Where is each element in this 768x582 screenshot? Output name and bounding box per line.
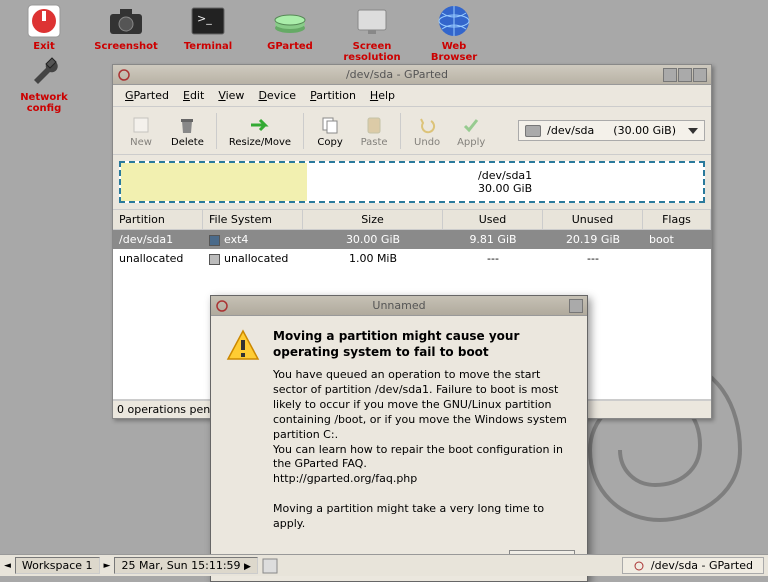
workspace-prev[interactable]: ◄ bbox=[4, 561, 11, 571]
toolbar: New Delete Resize/Move Copy Paste Undo A… bbox=[113, 107, 711, 155]
undo-icon bbox=[416, 114, 438, 136]
delete-button[interactable]: Delete bbox=[163, 112, 212, 150]
app-icon bbox=[117, 68, 131, 82]
menu-partition[interactable]: Partition bbox=[304, 87, 362, 104]
new-icon bbox=[130, 114, 152, 136]
resize-button[interactable]: Resize/Move bbox=[221, 112, 299, 150]
menu-gparted[interactable]: GParted bbox=[119, 87, 175, 104]
terminal-icon: >_ bbox=[189, 2, 227, 40]
disk-icon bbox=[271, 2, 309, 40]
camera-icon bbox=[107, 2, 145, 40]
desktop-icon-resolution[interactable]: Screen resolution bbox=[336, 2, 408, 63]
free-region: /dev/sda130.00 GiB bbox=[307, 163, 703, 201]
paste-icon bbox=[363, 114, 385, 136]
menu-device[interactable]: Device bbox=[252, 87, 302, 104]
used-region bbox=[121, 163, 307, 201]
dialog-close-button[interactable] bbox=[569, 299, 583, 313]
wrench-icon bbox=[26, 52, 62, 91]
workspace-switcher[interactable]: Workspace 1 bbox=[15, 557, 100, 574]
table-row[interactable]: unallocated unallocated 1.00 MiB --- --- bbox=[113, 249, 711, 268]
menu-help[interactable]: Help bbox=[364, 87, 401, 104]
menu-edit[interactable]: Edit bbox=[177, 87, 210, 104]
taskbar: ◄ Workspace 1 ► 25 Mar, Sun 15:11:59 ▶ /… bbox=[0, 554, 768, 576]
dialog-titlebar[interactable]: Unnamed bbox=[211, 296, 587, 316]
window-titlebar[interactable]: /dev/sda - GParted bbox=[113, 65, 711, 85]
desktop-icon-terminal[interactable]: >_Terminal bbox=[172, 2, 244, 63]
col-size[interactable]: Size bbox=[303, 210, 443, 229]
col-filesystem[interactable]: File System bbox=[203, 210, 303, 229]
device-selector[interactable]: /dev/sda (30.00 GiB) bbox=[518, 120, 705, 141]
monitor-icon bbox=[353, 2, 391, 40]
workspace-next[interactable]: ► bbox=[104, 561, 111, 571]
trash-icon bbox=[176, 114, 198, 136]
chevron-down-icon bbox=[688, 128, 698, 134]
power-icon bbox=[25, 2, 63, 40]
drive-icon bbox=[525, 125, 541, 137]
undo-button: Undo bbox=[405, 112, 449, 150]
app-icon bbox=[215, 299, 229, 313]
menubar: GParted Edit View Device Partition Help bbox=[113, 85, 711, 107]
col-partition[interactable]: Partition bbox=[113, 210, 203, 229]
col-unused[interactable]: Unused bbox=[543, 210, 643, 229]
minimize-button[interactable] bbox=[663, 68, 677, 82]
col-flags[interactable]: Flags bbox=[643, 210, 711, 229]
dialog-text: Moving a partition might cause your oper… bbox=[273, 328, 573, 532]
new-button: New bbox=[119, 112, 163, 150]
desktop-icon-browser[interactable]: Web Browser bbox=[418, 2, 490, 63]
taskbar-clock[interactable]: 25 Mar, Sun 15:11:59 ▶ bbox=[114, 557, 258, 574]
dialog-title: Unnamed bbox=[229, 299, 569, 312]
svg-text:>_: >_ bbox=[197, 12, 212, 25]
paste-button: Paste bbox=[352, 112, 396, 150]
desktop-icon-network[interactable]: Network config bbox=[8, 52, 80, 114]
maximize-button[interactable] bbox=[678, 68, 692, 82]
globe-icon bbox=[435, 2, 473, 40]
copy-icon bbox=[319, 114, 341, 136]
fs-color-swatch bbox=[209, 254, 220, 265]
table-header: Partition File System Size Used Unused F… bbox=[113, 209, 711, 230]
desktop-icon-screenshot[interactable]: Screenshot bbox=[90, 2, 162, 63]
window-title: /dev/sda - GParted bbox=[131, 68, 663, 81]
app-icon bbox=[633, 560, 645, 572]
desktop-icons: Exit Screenshot >_Terminal GParted Scree… bbox=[8, 2, 490, 63]
arrow-right-icon bbox=[249, 114, 271, 136]
taskbar-app-icon[interactable] bbox=[262, 558, 278, 574]
table-row[interactable]: /dev/sda1 ext4 30.00 GiB 9.81 GiB 20.19 … bbox=[113, 230, 711, 249]
desktop-icon-gparted[interactable]: GParted bbox=[254, 2, 326, 63]
check-icon bbox=[460, 114, 482, 136]
menu-view[interactable]: View bbox=[212, 87, 250, 104]
copy-button[interactable]: Copy bbox=[308, 112, 352, 150]
taskbar-task[interactable]: /dev/sda - GParted bbox=[622, 557, 764, 574]
disk-visual[interactable]: /dev/sda130.00 GiB bbox=[119, 161, 705, 203]
col-used[interactable]: Used bbox=[443, 210, 543, 229]
close-button[interactable] bbox=[693, 68, 707, 82]
apply-button: Apply bbox=[449, 112, 493, 150]
fs-color-swatch bbox=[209, 235, 220, 246]
warning-icon bbox=[225, 328, 261, 364]
warning-dialog: Unnamed Moving a partition might cause y… bbox=[210, 295, 588, 582]
